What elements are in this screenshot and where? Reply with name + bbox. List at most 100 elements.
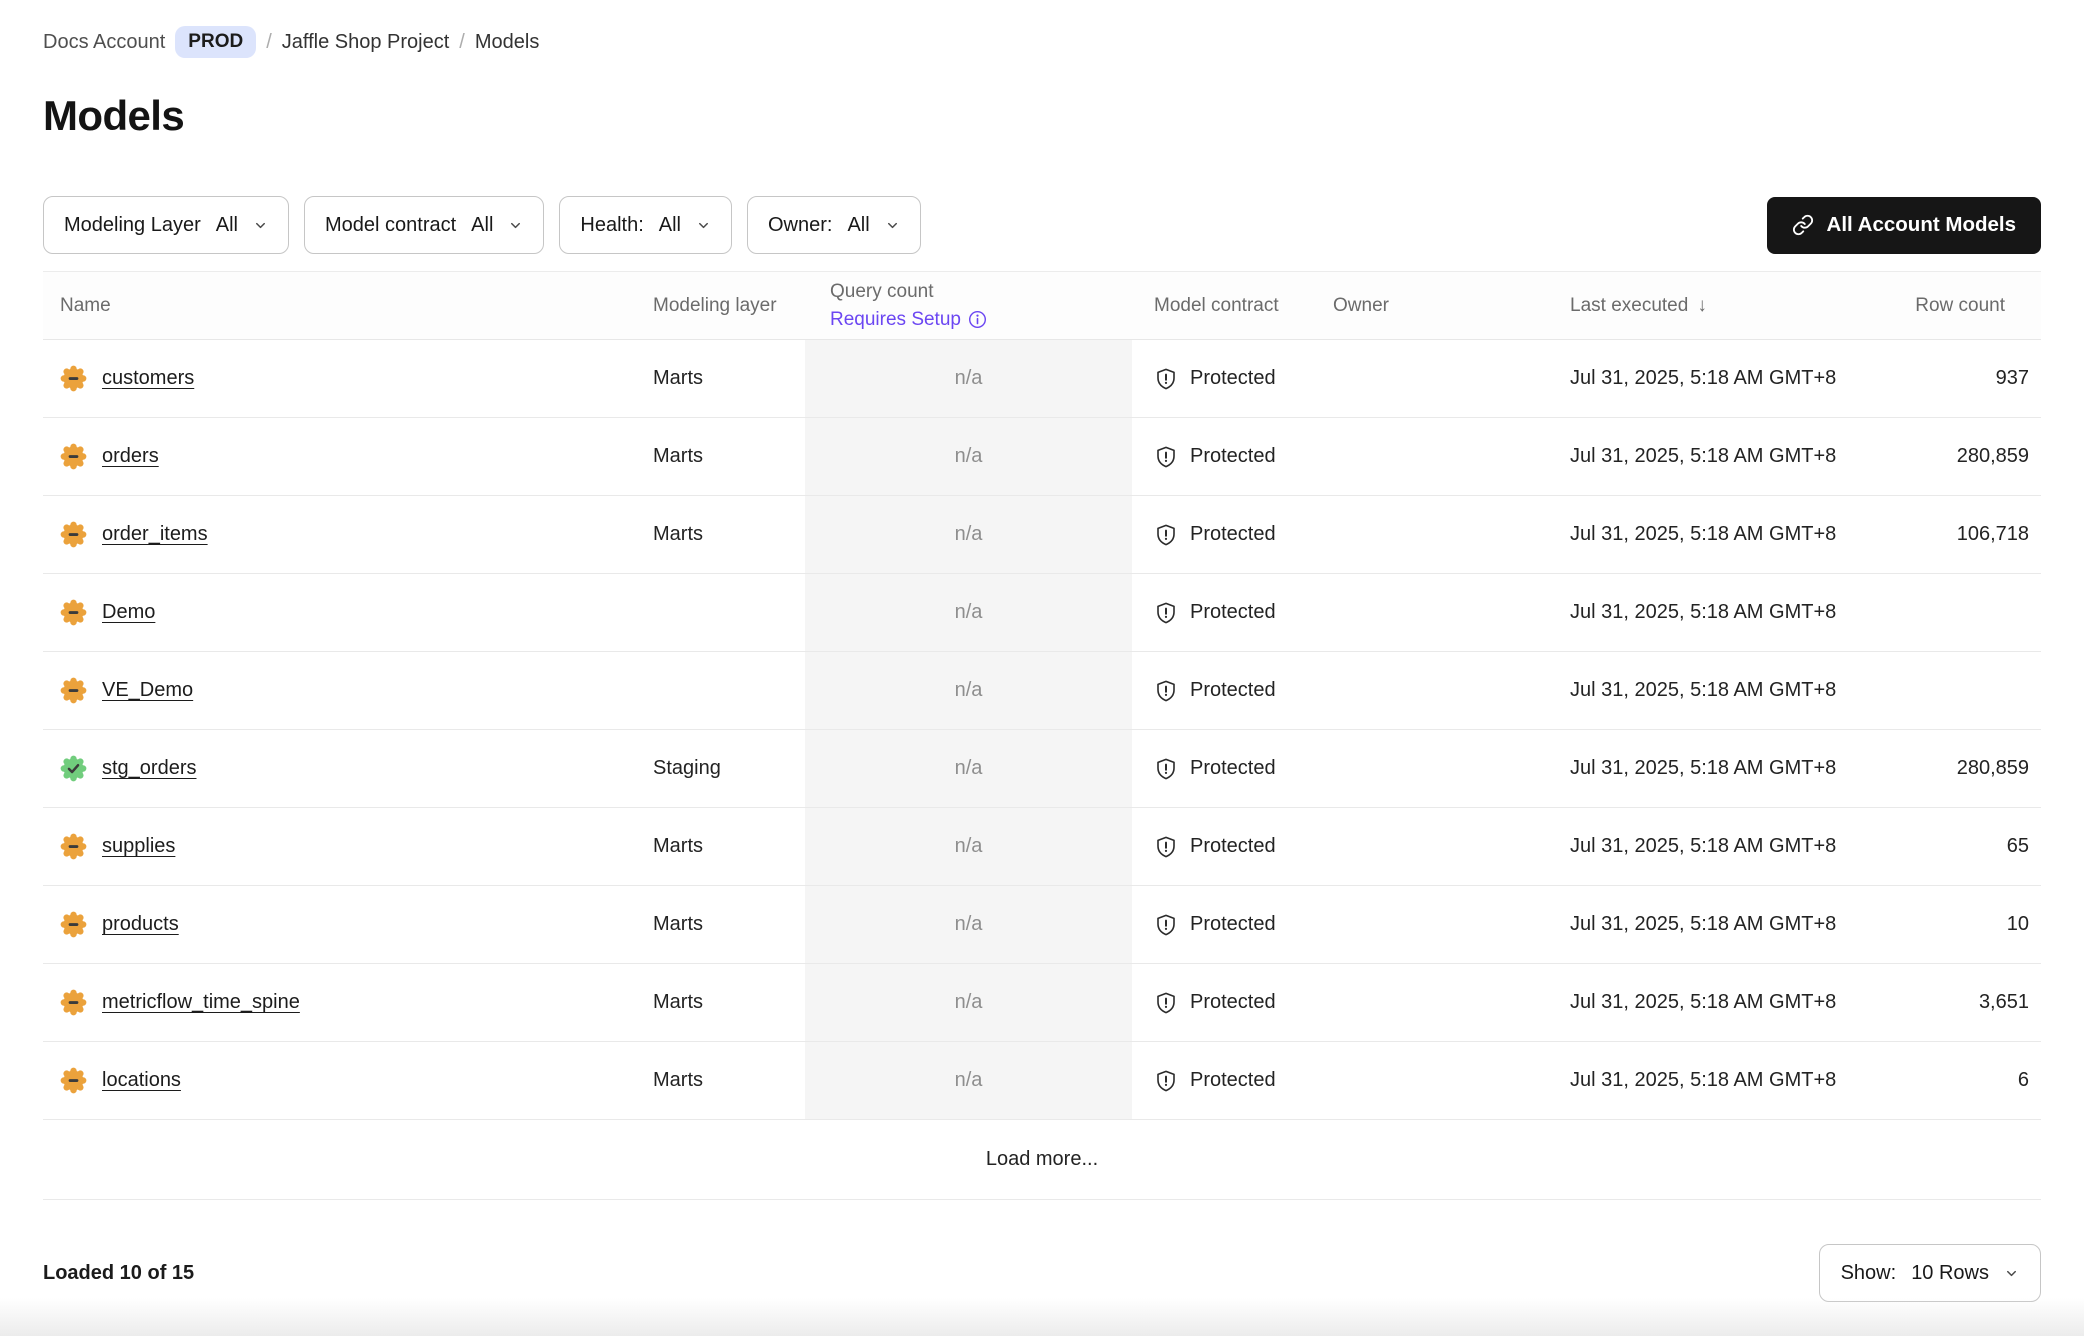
model-contract-value: Protected bbox=[1190, 445, 1276, 468]
header-row-count: Row count bbox=[1855, 295, 2041, 317]
name-cell: Demo bbox=[43, 599, 645, 626]
model-contract-cell: Protected bbox=[1132, 367, 1328, 391]
model-contract-value: Protected bbox=[1190, 523, 1276, 546]
model-name-link[interactable]: products bbox=[102, 913, 179, 936]
table-row: orders Marts n/a Protected Jul 31, 2025,… bbox=[43, 418, 2041, 496]
table-body: customers Marts n/a Protected Jul 31, 20… bbox=[43, 340, 2041, 1120]
model-name-link[interactable]: orders bbox=[102, 445, 159, 468]
link-icon bbox=[1792, 214, 1814, 236]
model-name-link[interactable]: VE_Demo bbox=[102, 679, 193, 702]
query-count-value: n/a bbox=[805, 808, 1132, 885]
filter-health[interactable]: Health: All bbox=[559, 196, 732, 254]
model-name-link[interactable]: supplies bbox=[102, 835, 175, 858]
shield-exclamation-icon bbox=[1154, 757, 1178, 781]
last-executed-value: Jul 31, 2025, 5:18 AM GMT+8 bbox=[1565, 523, 1855, 546]
last-executed-value: Jul 31, 2025, 5:18 AM GMT+8 bbox=[1565, 445, 1855, 468]
breadcrumb-project[interactable]: Jaffle Shop Project bbox=[282, 31, 450, 54]
breadcrumb-separator: / bbox=[266, 31, 272, 54]
modeling-layer-value: Marts bbox=[645, 523, 805, 546]
row-count-value: 6 bbox=[1855, 1069, 2041, 1092]
last-executed-value: Jul 31, 2025, 5:18 AM GMT+8 bbox=[1565, 991, 1855, 1014]
name-cell: orders bbox=[43, 443, 645, 470]
header-last-executed[interactable]: Last executed ↓ bbox=[1565, 295, 1855, 317]
load-more-button[interactable]: Load more... bbox=[43, 1120, 2041, 1200]
shield-exclamation-icon bbox=[1154, 913, 1178, 937]
filter-model-contract[interactable]: Model contract All bbox=[304, 196, 544, 254]
filter-owner[interactable]: Owner: All bbox=[747, 196, 921, 254]
breadcrumb-account[interactable]: Docs Account bbox=[43, 31, 165, 54]
model-name-link[interactable]: customers bbox=[102, 367, 194, 390]
model-name-link[interactable]: order_items bbox=[102, 523, 208, 546]
query-count-value: n/a bbox=[805, 964, 1132, 1041]
health-warning-icon bbox=[60, 1067, 87, 1094]
modeling-layer-value: Marts bbox=[645, 367, 805, 390]
health-warning-icon bbox=[60, 521, 87, 548]
filter-value: All bbox=[471, 214, 493, 237]
table-header: Name Modeling layer Query count Requires… bbox=[43, 271, 2041, 340]
name-cell: order_items bbox=[43, 521, 645, 548]
all-account-models-button[interactable]: All Account Models bbox=[1767, 197, 2041, 254]
header-owner: Owner bbox=[1328, 295, 1565, 317]
rows-per-page-select[interactable]: Show: 10 Rows bbox=[1819, 1244, 2041, 1302]
filter-bar: Modeling Layer All Model contract All He… bbox=[43, 196, 921, 254]
health-warning-icon bbox=[60, 833, 87, 860]
row-count-value: 65 bbox=[1855, 835, 2041, 858]
shield-exclamation-icon bbox=[1154, 679, 1178, 703]
model-contract-cell: Protected bbox=[1132, 913, 1328, 937]
last-executed-value: Jul 31, 2025, 5:18 AM GMT+8 bbox=[1565, 601, 1855, 624]
model-contract-cell: Protected bbox=[1132, 523, 1328, 547]
filter-value: All bbox=[216, 214, 238, 237]
table-row: stg_orders Staging n/a Protected Jul 31,… bbox=[43, 730, 2041, 808]
model-contract-cell: Protected bbox=[1132, 1069, 1328, 1093]
model-contract-value: Protected bbox=[1190, 757, 1276, 780]
show-value: 10 Rows bbox=[1911, 1262, 1989, 1285]
row-count-value: 3,651 bbox=[1855, 991, 2041, 1014]
query-count-value: n/a bbox=[805, 1042, 1132, 1119]
models-table: Name Modeling layer Query count Requires… bbox=[43, 271, 2041, 1200]
health-warning-icon bbox=[60, 365, 87, 392]
row-count-value: 10 bbox=[1855, 913, 2041, 936]
model-name-link[interactable]: stg_orders bbox=[102, 757, 197, 780]
show-label: Show: bbox=[1841, 1262, 1897, 1285]
name-cell: supplies bbox=[43, 833, 645, 860]
model-contract-value: Protected bbox=[1190, 367, 1276, 390]
shield-exclamation-icon bbox=[1154, 991, 1178, 1015]
query-count-value: n/a bbox=[805, 652, 1132, 729]
last-executed-value: Jul 31, 2025, 5:18 AM GMT+8 bbox=[1565, 913, 1855, 936]
model-name-link[interactable]: locations bbox=[102, 1069, 181, 1092]
name-cell: customers bbox=[43, 365, 645, 392]
model-contract-value: Protected bbox=[1190, 601, 1276, 624]
query-count-value: n/a bbox=[805, 574, 1132, 651]
row-count-value: 280,859 bbox=[1855, 445, 2041, 468]
info-circle-icon[interactable] bbox=[968, 310, 987, 329]
shield-exclamation-icon bbox=[1154, 367, 1178, 391]
model-contract-cell: Protected bbox=[1132, 835, 1328, 859]
requires-setup-link[interactable]: Requires Setup bbox=[830, 306, 1132, 334]
modeling-layer-value: Marts bbox=[645, 1069, 805, 1092]
name-cell: stg_orders bbox=[43, 755, 645, 782]
filter-modeling-layer[interactable]: Modeling Layer All bbox=[43, 196, 289, 254]
query-count-value: n/a bbox=[805, 496, 1132, 573]
health-warning-icon bbox=[60, 911, 87, 938]
header-model-contract: Model contract bbox=[1132, 295, 1328, 317]
breadcrumb-separator: / bbox=[459, 31, 465, 54]
table-row: supplies Marts n/a Protected Jul 31, 202… bbox=[43, 808, 2041, 886]
model-contract-value: Protected bbox=[1190, 913, 1276, 936]
model-contract-value: Protected bbox=[1190, 835, 1276, 858]
filter-label: Health: bbox=[580, 214, 643, 237]
models-page: Docs Account PROD / Jaffle Shop Project … bbox=[0, 0, 2084, 1302]
table-row: products Marts n/a Protected Jul 31, 202… bbox=[43, 886, 2041, 964]
last-executed-value: Jul 31, 2025, 5:18 AM GMT+8 bbox=[1565, 679, 1855, 702]
query-count-value: n/a bbox=[805, 730, 1132, 807]
table-row: customers Marts n/a Protected Jul 31, 20… bbox=[43, 340, 2041, 418]
health-success-icon bbox=[60, 755, 87, 782]
bottom-fade bbox=[0, 1298, 2084, 1336]
sort-descending-icon: ↓ bbox=[1697, 295, 1707, 317]
modeling-layer-value: Marts bbox=[645, 913, 805, 936]
health-warning-icon bbox=[60, 677, 87, 704]
breadcrumb-current: Models bbox=[475, 31, 539, 54]
query-count-value: n/a bbox=[805, 886, 1132, 963]
model-name-link[interactable]: Demo bbox=[102, 601, 155, 624]
model-name-link[interactable]: metricflow_time_spine bbox=[102, 991, 300, 1014]
chevron-down-icon bbox=[253, 218, 268, 233]
